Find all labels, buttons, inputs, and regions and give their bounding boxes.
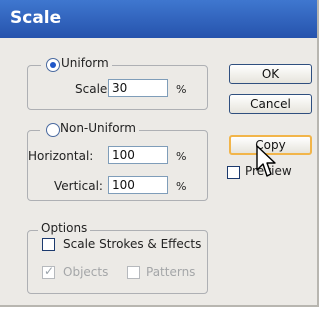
non-uniform-label: Non-Uniform [60, 121, 136, 135]
preview-checkbox[interactable] [227, 166, 240, 179]
horizontal-label: Horizontal: [28, 149, 94, 163]
options-legend: Options [38, 221, 91, 235]
check-mark-icon: ✓ [44, 264, 55, 278]
arrow-cursor-icon [256, 145, 276, 177]
cancel-button[interactable]: Cancel [229, 94, 312, 114]
scale-label: Scale: [75, 82, 112, 96]
scale-unit: % [176, 83, 187, 96]
title-bar: Scale [0, 0, 317, 38]
objects-checkbox[interactable]: ✓ [42, 264, 55, 279]
vertical-input[interactable] [108, 176, 168, 194]
horizontal-input[interactable] [108, 146, 168, 164]
scale-dialog: Scale Uniform Scale: % Non-Uniform Horiz… [0, 0, 319, 307]
dialog-title: Scale [10, 8, 62, 28]
vertical-label: Vertical: [54, 179, 103, 193]
uniform-label: Uniform [61, 56, 109, 70]
objects-label: Objects [63, 265, 109, 279]
patterns-checkbox[interactable] [127, 266, 140, 279]
radio-selected-dot [50, 62, 56, 68]
scale-strokes-checkbox[interactable] [42, 238, 55, 251]
ok-button[interactable]: OK [229, 64, 312, 84]
horizontal-unit: % [176, 150, 187, 163]
scale-input[interactable] [108, 79, 168, 97]
uniform-radio[interactable] [46, 58, 60, 72]
vertical-unit: % [176, 180, 187, 193]
scale-strokes-label: Scale Strokes & Effects [63, 237, 202, 251]
non-uniform-radio[interactable] [46, 123, 60, 137]
patterns-label: Patterns [146, 265, 196, 279]
